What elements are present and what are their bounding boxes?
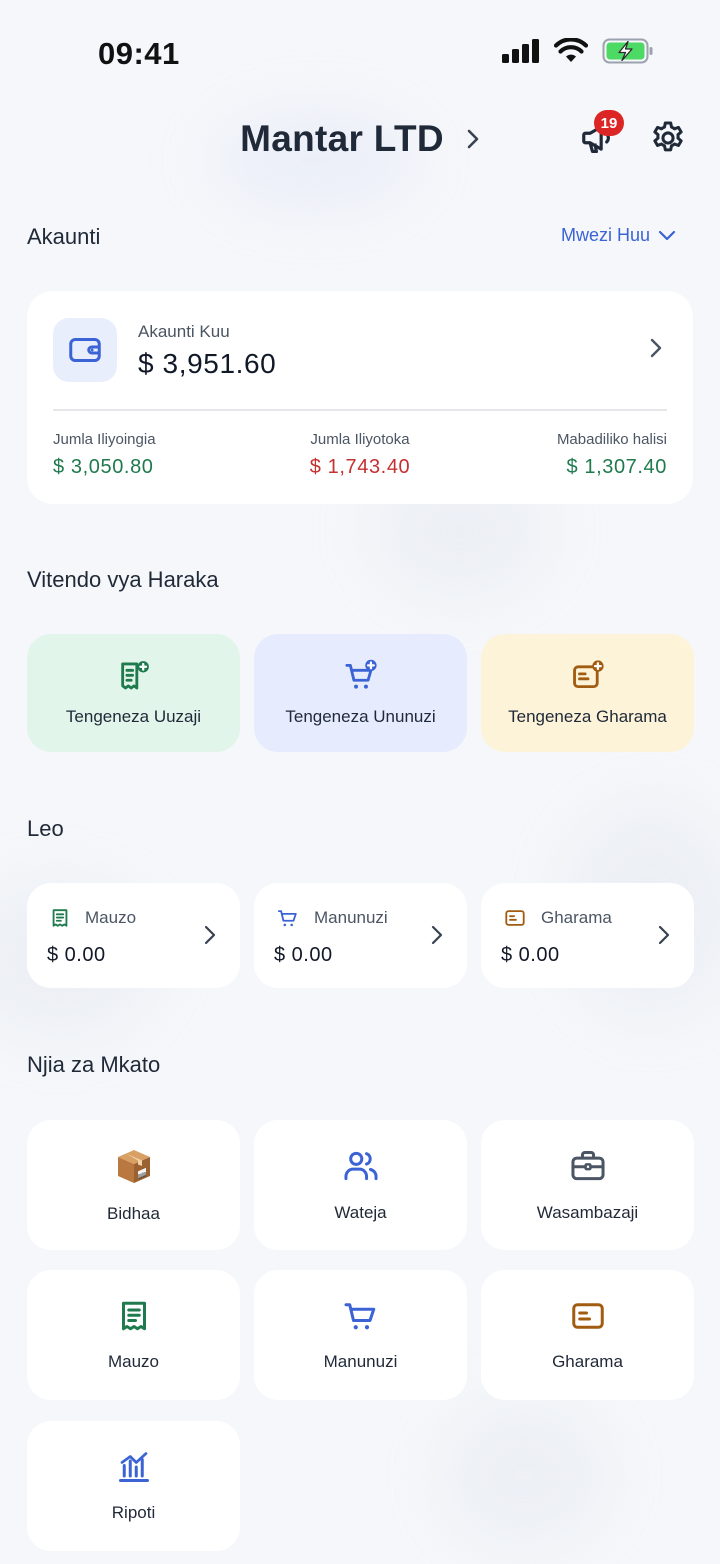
battery-charging-icon [602, 38, 653, 64]
account-balance: $ 3,951.60 [138, 348, 277, 379]
create-purchase-label: Tengeneza Ununuzi [285, 707, 436, 726]
status-time: 09:41 [98, 36, 180, 71]
accounts-section-title: Akaunti [27, 224, 101, 249]
shortcut-purchases[interactable]: Manunuzi [254, 1270, 467, 1400]
quick-actions-title: Vitendo vya Haraka [27, 567, 219, 592]
shortcut-label: Wasambazaji [536, 1203, 639, 1222]
expense-icon [505, 910, 525, 926]
create-sale-button[interactable]: Tengeneza Uuzaji [27, 634, 240, 752]
shortcut-sales[interactable]: Mauzo [27, 1270, 240, 1400]
shortcut-suppliers[interactable]: Wasambazaji [481, 1120, 694, 1250]
shortcut-label: Ripoti [111, 1503, 156, 1522]
account-name: Akaunti Kuu [138, 322, 230, 341]
shortcut-label: Gharama [552, 1352, 623, 1371]
today-sales-value: $ 0.00 [47, 944, 106, 966]
period-dropdown[interactable]: Mwezi Huu [561, 225, 676, 246]
shortcut-label: Wateja [334, 1203, 387, 1222]
cellular-signal-icon [502, 39, 539, 63]
shortcut-label: Manunuzi [323, 1352, 398, 1371]
shortcut-expenses[interactable]: Gharama [481, 1270, 694, 1400]
chart-icon [118, 1452, 149, 1482]
chevron-right-icon [431, 925, 443, 945]
expense-add-icon [572, 660, 604, 689]
cart-icon [277, 910, 297, 927]
cart-add-icon [344, 659, 377, 689]
shortcut-products[interactable]: Bidhaa [27, 1120, 240, 1250]
today-purchases-card[interactable]: Manunuzi $ 0.00 [254, 883, 467, 988]
package-icon [117, 1150, 150, 1183]
wifi-icon [554, 38, 588, 62]
chevron-right-icon [204, 925, 216, 945]
today-expenses-card[interactable]: Gharama $ 0.00 [481, 883, 694, 988]
cart-icon [344, 1303, 375, 1330]
gear-icon [653, 121, 683, 152]
shortcut-customers[interactable]: Wateja [254, 1120, 467, 1250]
wallet-icon [69, 338, 101, 362]
today-sales-card[interactable]: Mauzo $ 0.00 [27, 883, 240, 988]
chevron-right-icon [650, 338, 662, 358]
shortcut-label: Mauzo [107, 1352, 160, 1371]
period-label: Mwezi Huu [560, 225, 650, 245]
today-purchases-value: $ 0.00 [274, 944, 333, 966]
chevron-right-icon [467, 129, 479, 149]
today-purchases-label: Manunuzi [314, 908, 388, 927]
status-bar: 09:41 [0, 0, 720, 104]
notification-badge: 19 [594, 110, 624, 136]
chevron-down-icon [658, 230, 676, 240]
briefcase-icon [570, 1151, 605, 1181]
stat-label: Mabadiliko halisi [556, 431, 667, 448]
stat-net-change: Mabadiliko halisi $ 1,307.40 [557, 431, 667, 479]
shortcut-reports[interactable]: Ripoti [27, 1421, 240, 1551]
receipt-icon [52, 909, 68, 927]
today-expenses-value: $ 0.00 [501, 944, 560, 966]
expense-icon [571, 1303, 604, 1329]
shortcut-label: Bidhaa [107, 1204, 160, 1223]
create-sale-label: Tengeneza Uuzaji [65, 707, 202, 726]
wallet-icon-box [53, 318, 117, 382]
divider [53, 409, 667, 411]
app-header: Mantar LTD 19 [0, 104, 720, 174]
receipt-icon [121, 1301, 146, 1331]
receipt-add-icon [120, 661, 149, 690]
stat-value: $ 1,307.40 [566, 456, 667, 478]
create-expense-button[interactable]: Tengeneza Gharama [481, 634, 694, 752]
today-sales-label: Mauzo [85, 908, 137, 927]
today-section-title: Leo [27, 816, 64, 841]
users-icon [343, 1151, 378, 1181]
chevron-right-icon [658, 925, 670, 945]
settings-button[interactable] [646, 116, 690, 160]
create-expense-label: Tengeneza Gharama [508, 707, 667, 726]
main-account-card[interactable]: Akaunti Kuu $ 3,951.60 Jumla Iliyoingia … [27, 291, 693, 504]
company-name: Mantar LTD [240, 118, 444, 159]
shortcuts-section-title: Njia za Mkato [27, 1052, 161, 1077]
announcements-button[interactable]: 19 [576, 110, 624, 160]
create-purchase-button[interactable]: Tengeneza Ununuzi [254, 634, 467, 752]
status-icons [502, 38, 654, 64]
today-expenses-label: Gharama [541, 908, 612, 927]
